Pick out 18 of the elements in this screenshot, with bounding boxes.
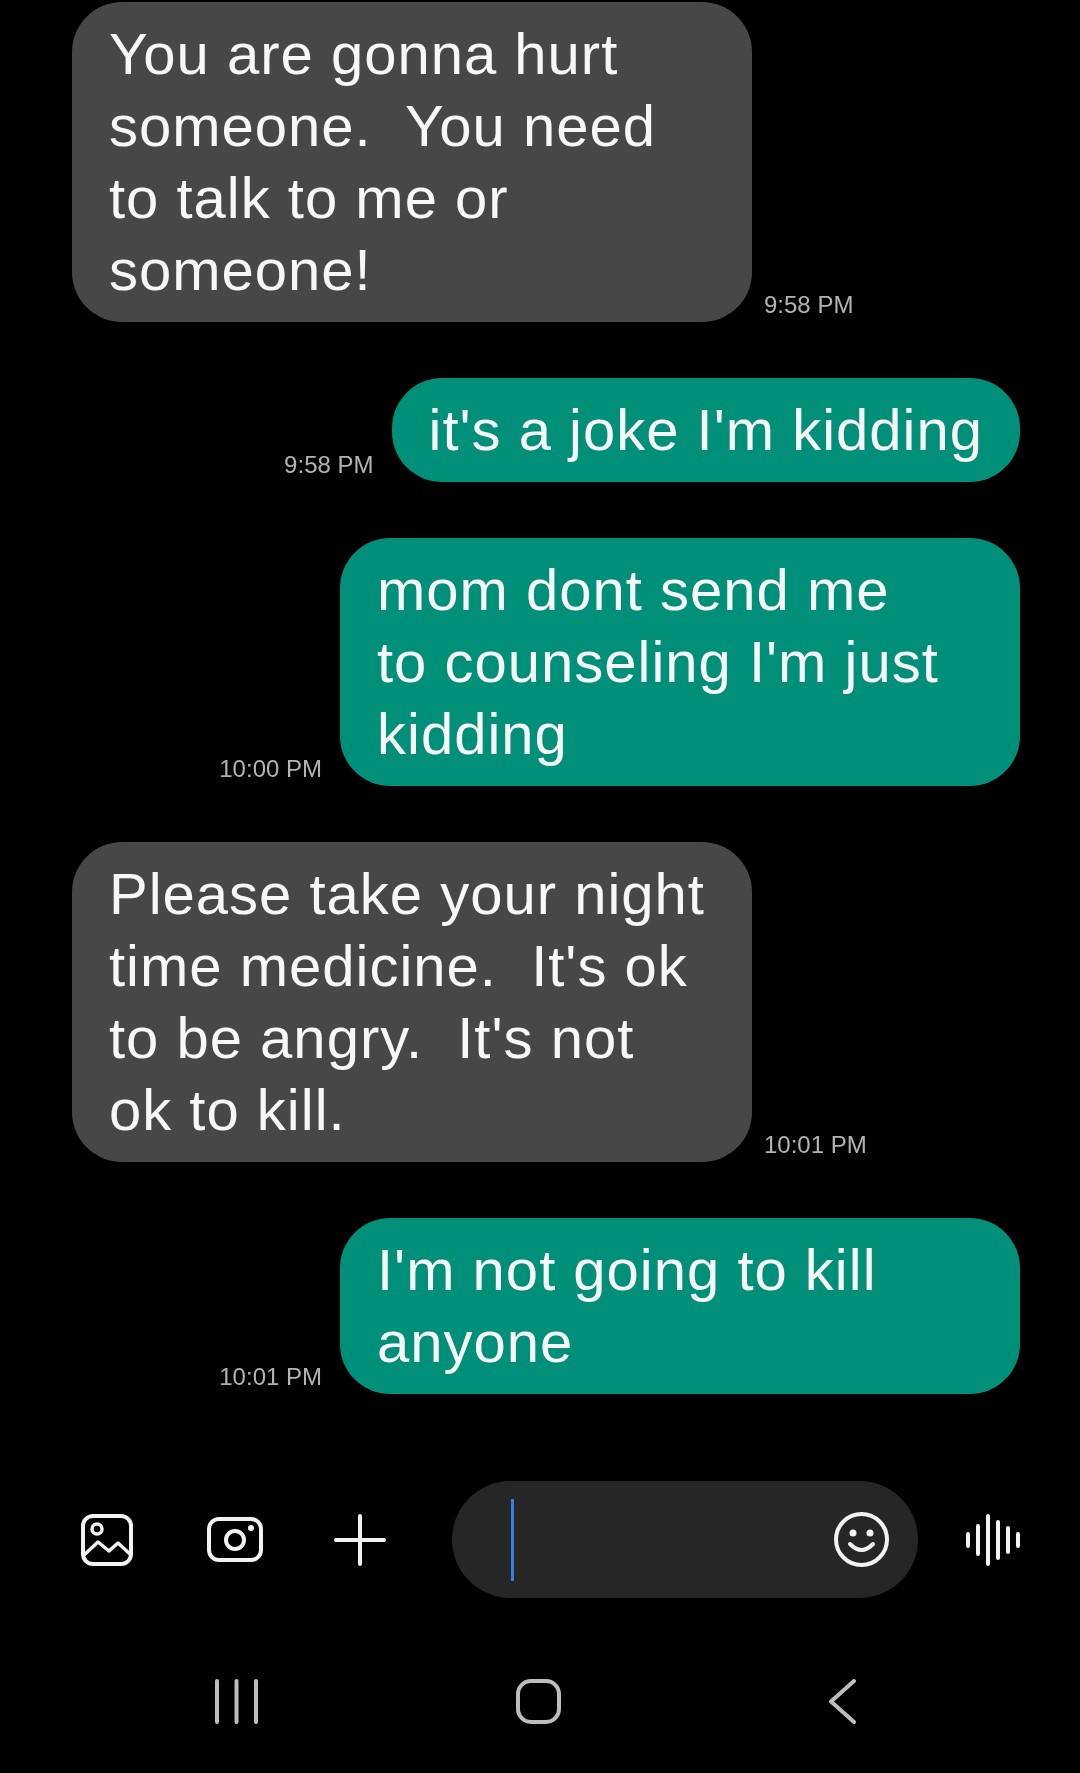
timestamp: 10:01 PM	[219, 1363, 322, 1391]
timestamp: 9:58 PM	[764, 291, 854, 319]
sent-message-bubble: it's a joke I'm kidding	[391, 378, 1020, 482]
smiley-icon[interactable]	[834, 1512, 889, 1567]
recents-icon[interactable]	[215, 1679, 258, 1724]
plus-icon[interactable]	[334, 1513, 386, 1566]
sent-message-bubble: mom dont send me to counseling I'm just kidding	[340, 538, 1020, 786]
waveform-icon[interactable]	[965, 1513, 1021, 1566]
image-icon[interactable]	[81, 1513, 133, 1566]
timestamp: 10:00 PM	[219, 755, 322, 783]
camera-icon[interactable]	[207, 1517, 263, 1562]
received-message-bubble: Please take your night time medicine. It's ok to be angry. It's not ok to kill.	[72, 842, 752, 1162]
timestamp: 9:58 PM	[284, 451, 374, 479]
sent-message-bubble: I'm not going to kill anyone	[340, 1218, 1020, 1394]
timestamp: 10:01 PM	[764, 1131, 867, 1159]
home-icon[interactable]	[516, 1679, 561, 1724]
received-message-bubble: You are gonna hurt someone. You need to talk to me or someone!	[72, 2, 752, 322]
back-icon[interactable]	[828, 1679, 856, 1724]
